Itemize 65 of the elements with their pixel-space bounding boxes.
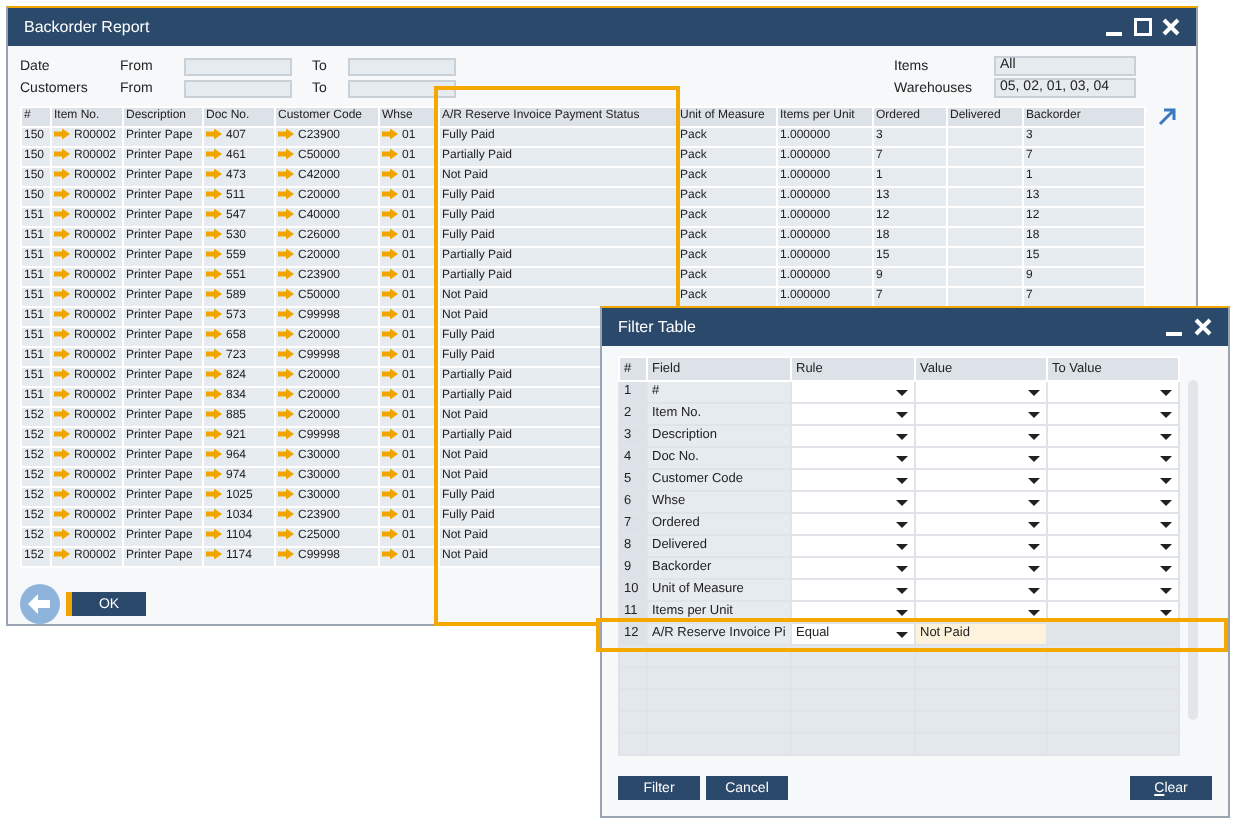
scrollbar[interactable] bbox=[1188, 380, 1198, 720]
dropdown-caret-icon[interactable] bbox=[896, 412, 908, 418]
input-field[interactable] bbox=[348, 57, 456, 75]
dropdown-caret-icon[interactable] bbox=[1028, 478, 1040, 484]
dropdown-caret-icon[interactable] bbox=[1160, 544, 1172, 550]
dropdown-caret-icon[interactable] bbox=[1160, 412, 1172, 418]
dropdown-caret-icon[interactable] bbox=[896, 632, 908, 638]
window-title: Backorder Report bbox=[24, 18, 150, 36]
dropdown-caret-icon[interactable] bbox=[896, 434, 908, 440]
dropdown-field[interactable] bbox=[915, 447, 1047, 469]
close-icon[interactable] bbox=[1194, 318, 1212, 336]
dropdown-caret-icon[interactable] bbox=[1160, 588, 1172, 594]
dropdown-caret-icon[interactable] bbox=[1028, 390, 1040, 396]
dropdown-caret-icon[interactable] bbox=[896, 500, 908, 506]
dropdown-caret-icon[interactable] bbox=[1028, 434, 1040, 440]
dropdown-caret-icon[interactable] bbox=[1028, 412, 1040, 418]
dropdown-caret-icon[interactable] bbox=[1160, 390, 1172, 396]
dropdown-caret-icon[interactable] bbox=[896, 544, 908, 550]
dropdown-field[interactable] bbox=[915, 579, 1047, 601]
dropdown-caret-icon[interactable] bbox=[1028, 522, 1040, 528]
dropdown-caret-icon[interactable] bbox=[1160, 500, 1172, 506]
dropdown-caret-icon[interactable] bbox=[1028, 588, 1040, 594]
dropdown-caret-icon[interactable] bbox=[1028, 544, 1040, 550]
dropdown-caret-icon[interactable] bbox=[1028, 456, 1040, 462]
dropdown-field[interactable] bbox=[1047, 535, 1179, 557]
dropdown-field[interactable] bbox=[1047, 381, 1179, 403]
dropdown-field[interactable] bbox=[915, 535, 1047, 557]
input-field[interactable] bbox=[184, 79, 292, 97]
dropdown-caret-icon[interactable] bbox=[1028, 566, 1040, 572]
input-field[interactable] bbox=[184, 57, 292, 75]
dropdown-caret-icon[interactable] bbox=[896, 390, 908, 396]
dropdown-field[interactable] bbox=[1047, 403, 1179, 425]
dropdown-caret-icon[interactable] bbox=[896, 522, 908, 528]
dropdown-field[interactable] bbox=[915, 491, 1047, 513]
dropdown-caret-icon[interactable] bbox=[1160, 434, 1172, 440]
close-icon[interactable] bbox=[1162, 18, 1180, 36]
dropdown-field[interactable] bbox=[1047, 579, 1179, 601]
dropdown-field[interactable] bbox=[915, 513, 1047, 535]
dropdown-caret-icon[interactable] bbox=[896, 566, 908, 572]
dropdown-caret-icon[interactable] bbox=[1160, 522, 1172, 528]
dropdown-caret-icon[interactable] bbox=[1160, 610, 1172, 616]
dropdown-field[interactable] bbox=[915, 381, 1047, 403]
dropdown-field[interactable] bbox=[1047, 557, 1179, 579]
dropdown-field[interactable] bbox=[1047, 447, 1179, 469]
dropdown-field[interactable] bbox=[915, 469, 1047, 491]
dropdown-caret-icon[interactable] bbox=[1160, 566, 1172, 572]
dropdown-field[interactable] bbox=[1047, 491, 1179, 513]
maximize-icon[interactable] bbox=[1134, 18, 1152, 36]
dropdown-field[interactable] bbox=[915, 557, 1047, 579]
dropdown-caret-icon[interactable] bbox=[896, 610, 908, 616]
dropdown-caret-icon[interactable] bbox=[1028, 500, 1040, 506]
dropdown-caret-icon[interactable] bbox=[1028, 610, 1040, 616]
dropdown-caret-icon[interactable] bbox=[896, 588, 908, 594]
dropdown-caret-icon[interactable] bbox=[1160, 478, 1172, 484]
expand-icon[interactable] bbox=[1158, 108, 1176, 126]
dropdown-field[interactable] bbox=[1047, 513, 1179, 535]
dropdown-caret-icon[interactable] bbox=[896, 478, 908, 484]
back-button[interactable] bbox=[20, 584, 60, 624]
dropdown-field[interactable] bbox=[1047, 425, 1179, 447]
dropdown-caret-icon[interactable] bbox=[1160, 456, 1172, 462]
dropdown-caret-icon[interactable] bbox=[896, 456, 908, 462]
input-field[interactable] bbox=[348, 79, 456, 97]
dropdown-field[interactable] bbox=[915, 403, 1047, 425]
dropdown-field[interactable] bbox=[1047, 469, 1179, 491]
dropdown-field[interactable] bbox=[915, 425, 1047, 447]
